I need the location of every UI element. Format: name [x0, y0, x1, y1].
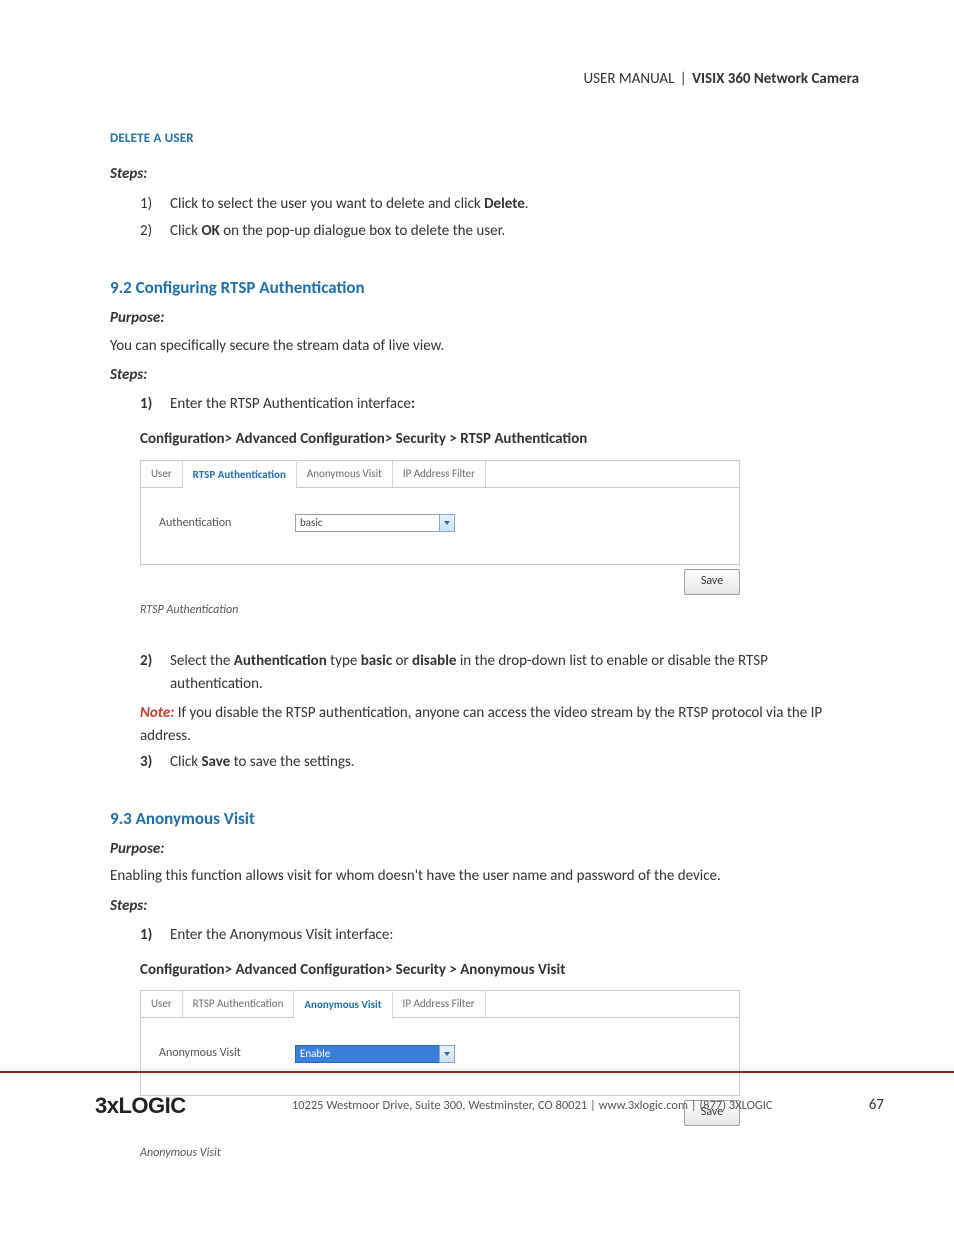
list-item: 1) Enter the Anonymous Visit interface:	[140, 924, 859, 947]
step-text: or	[392, 652, 412, 670]
note-text: If you disable the RTSP authentication, …	[140, 704, 822, 745]
s93-step1-list: 1) Enter the Anonymous Visit interface:	[110, 924, 859, 947]
step-bold: OK	[201, 222, 219, 240]
config-path: Configuration> Advanced Configuration> S…	[140, 428, 859, 451]
anonymous-visit-select[interactable]: Enable	[295, 1045, 455, 1063]
step-text: Select the	[170, 652, 234, 670]
chevron-down-icon	[444, 521, 450, 525]
select-dropdown-button[interactable]	[439, 1045, 455, 1063]
step-number: 1)	[140, 924, 152, 947]
tab-bar: User RTSP Authentication Anonymous Visit…	[141, 991, 739, 1018]
select-value: basic	[295, 514, 439, 532]
logo: 3xLOGIC	[95, 1089, 186, 1123]
step-number: 1)	[140, 193, 152, 216]
step-text: .	[525, 195, 529, 213]
note-label: Note:	[140, 704, 174, 722]
tab-rtsp-authentication[interactable]: RTSP Authentication	[183, 462, 297, 489]
panel-body: Authentication basic	[141, 488, 739, 543]
step-number: 2)	[140, 220, 152, 243]
page-number: 67	[869, 1094, 884, 1117]
step-number: 3)	[140, 751, 152, 774]
steps-label: Steps:	[110, 163, 859, 186]
tab-bar: User RTSP Authentication Anonymous Visit…	[141, 461, 739, 488]
section-9-2-heading: 9.2 Configuring RTSP Authentication	[110, 275, 859, 301]
panel-body: Anonymous Visit Enable	[141, 1018, 739, 1073]
tab-ip-address-filter[interactable]: IP Address Filter	[393, 461, 486, 487]
list-item: 3) Click Save to save the settings.	[140, 751, 859, 774]
select-value: Enable	[295, 1045, 439, 1063]
chevron-down-icon	[444, 1052, 450, 1056]
tab-user[interactable]: User	[141, 991, 183, 1017]
anonymous-visit-label: Anonymous Visit	[159, 1044, 259, 1063]
steps-label: Steps:	[110, 364, 859, 387]
delete-user-steps: 1) Click to select the user you want to …	[110, 193, 859, 244]
purpose-text: You can specifically secure the stream d…	[110, 335, 859, 358]
step-text: on the pop-up dialogue box to delete the…	[220, 222, 505, 240]
select-dropdown-button[interactable]	[439, 514, 455, 532]
authentication-label: Authentication	[159, 514, 259, 533]
step-text: Enter the Anonymous Visit interface:	[170, 926, 393, 944]
s92-step1-list: 1) Enter the RTSP Authentication interfa…	[110, 393, 859, 416]
list-item: 2) Select the Authentication type basic …	[140, 650, 859, 697]
step-text: type	[327, 652, 361, 670]
purpose-label: Purpose:	[110, 307, 859, 330]
note-line: Note: If you disable the RTSP authentica…	[140, 702, 859, 749]
anonymous-visit-panel: User RTSP Authentication Anonymous Visit…	[140, 990, 740, 1096]
step-text: Click	[170, 222, 201, 240]
s92-continued: 2) Select the Authentication type basic …	[140, 650, 859, 774]
save-button[interactable]: Save	[684, 569, 740, 595]
delete-user-heading: DELETE A USER	[110, 129, 859, 149]
step-text: to save the settings.	[230, 753, 354, 771]
page-footer: 3xLOGIC 10225 Westmoor Drive, Suite 300,…	[95, 1089, 884, 1123]
tab-anonymous-visit[interactable]: Anonymous Visit	[297, 461, 393, 487]
header-right: VISIX 360 Network Camera	[692, 70, 859, 88]
figure-caption: RTSP Authentication	[140, 601, 859, 620]
step-text: Click to select the user you want to del…	[170, 195, 484, 213]
tab-rtsp-authentication[interactable]: RTSP Authentication	[183, 991, 295, 1017]
purpose-label: Purpose:	[110, 838, 859, 861]
list-item: 2) Click OK on the pop-up dialogue box t…	[140, 220, 859, 243]
footer-separator	[0, 1071, 954, 1073]
list-item: 1) Click to select the user you want to …	[140, 193, 859, 216]
save-row: Save	[140, 569, 740, 595]
steps-label: Steps:	[110, 895, 859, 918]
step-bold: Delete	[484, 195, 525, 213]
tab-user[interactable]: User	[141, 461, 183, 487]
list-item: 1) Enter the RTSP Authentication interfa…	[140, 393, 859, 416]
step-bold: Save	[201, 753, 230, 771]
section-9-3-heading: 9.3 Anonymous Visit	[110, 806, 859, 832]
tab-anonymous-visit[interactable]: Anonymous Visit	[294, 992, 392, 1019]
step-bold: basic	[361, 652, 392, 670]
page-header: USER MANUAL | VISIX 360 Network Camera	[110, 68, 859, 91]
purpose-text: Enabling this function allows visit for …	[110, 865, 859, 888]
footer-address: 10225 Westmoor Drive, Suite 300, Westmin…	[216, 1096, 849, 1115]
step-colon: :	[411, 395, 415, 413]
step-number: 1)	[140, 393, 152, 416]
header-pipe: |	[680, 70, 687, 88]
config-path: Configuration> Advanced Configuration> S…	[140, 959, 859, 982]
figure-caption: Anonymous Visit	[140, 1144, 859, 1163]
tab-ip-address-filter[interactable]: IP Address Filter	[393, 991, 486, 1017]
authentication-select[interactable]: basic	[295, 514, 455, 532]
step-text: Enter the RTSP Authentication interface	[170, 395, 411, 413]
step-number: 2)	[140, 650, 152, 673]
step-bold: Authentication	[234, 652, 327, 670]
rtsp-auth-panel: User RTSP Authentication Anonymous Visit…	[140, 460, 740, 566]
step-bold: disable	[412, 652, 456, 670]
header-left: USER MANUAL	[584, 70, 675, 88]
step-text: Click	[170, 753, 201, 771]
